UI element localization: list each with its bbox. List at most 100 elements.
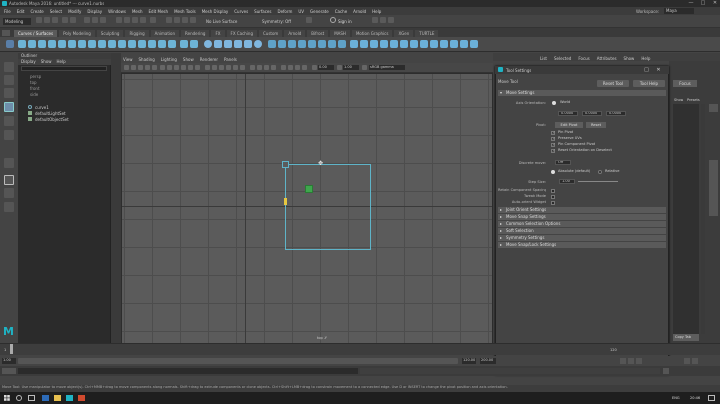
menu-help[interactable]: Help [372, 9, 381, 14]
select-component-icon[interactable] [100, 17, 106, 23]
dialog-close-button[interactable]: ✕ [655, 67, 662, 73]
snap-surface-icon[interactable] [150, 17, 156, 23]
preserve-uvs-checkbox[interactable] [551, 136, 555, 141]
film-gate-icon[interactable] [160, 65, 165, 70]
edit-pivot-button[interactable]: Edit Pivot [555, 122, 583, 128]
outliner-search-input[interactable] [21, 66, 107, 71]
shelf-options-icon[interactable] [372, 17, 378, 23]
tab-animation[interactable]: Animation [150, 30, 180, 37]
untrim-icon[interactable] [370, 40, 378, 48]
menu-generate[interactable]: Generate [310, 9, 329, 14]
nurbs-cube-icon[interactable] [214, 40, 222, 48]
tab-mash[interactable]: MASH [330, 30, 350, 37]
current-time-marker[interactable] [10, 344, 13, 354]
move-manipulator-center[interactable] [305, 185, 313, 193]
outliner-item-top[interactable]: top [30, 80, 37, 85]
tab-arnold[interactable]: Arnold [284, 30, 306, 37]
app-taskbar-icon[interactable] [78, 395, 85, 401]
script-editor-icon[interactable] [663, 368, 669, 374]
tool-settings-toggle-icon[interactable] [380, 17, 386, 23]
playback-next-icon[interactable] [636, 358, 642, 364]
tab-rigging[interactable]: Rigging [125, 30, 149, 37]
exposure-icon[interactable] [312, 65, 317, 70]
tab-custom[interactable]: Custom [259, 30, 283, 37]
gamma-field[interactable]: 1.00 [343, 65, 359, 70]
maximize-button[interactable]: □ [698, 0, 708, 7]
panel-divider[interactable] [111, 53, 121, 343]
channel-box-side-tab[interactable] [709, 160, 718, 216]
undo-icon[interactable] [62, 17, 68, 23]
mel-label[interactable] [2, 368, 16, 374]
extrude-icon[interactable] [298, 40, 306, 48]
section-common-selection[interactable]: Common Selection Options [498, 221, 666, 227]
focus-button[interactable]: Focus [673, 80, 697, 87]
tab-bifrost[interactable]: Bifrost [307, 30, 329, 37]
menu-windows[interactable]: Windows [108, 9, 126, 14]
history-icon[interactable] [166, 17, 172, 23]
ipr-icon[interactable] [182, 17, 188, 23]
task-view-icon[interactable] [28, 395, 35, 401]
wireframe-icon[interactable] [205, 65, 210, 70]
depth-of-field-icon[interactable] [271, 65, 276, 70]
presets-label[interactable]: Presets [687, 98, 700, 102]
menu-select[interactable]: Select [50, 9, 62, 14]
reset-orientation-checkbox[interactable] [551, 148, 555, 153]
circle-curve-icon[interactable] [68, 40, 76, 48]
outliner-item-curve1[interactable]: curve1 [35, 105, 49, 110]
menu-curves[interactable]: Curves [234, 9, 248, 14]
tab-rendering[interactable]: Rendering [181, 30, 210, 37]
snap-curve-icon[interactable] [124, 17, 130, 23]
reverse-curve-icon[interactable] [158, 40, 166, 48]
attr-menu-selected[interactable]: Selected [554, 56, 571, 61]
planar-icon[interactable] [288, 40, 296, 48]
ambient-occlusion-icon[interactable] [250, 65, 255, 70]
camera-select-icon[interactable] [124, 65, 129, 70]
camera-attributes-icon[interactable] [131, 65, 136, 70]
sculpt-geometry-icon[interactable] [450, 40, 458, 48]
pencil-curve-icon[interactable] [38, 40, 46, 48]
view-transform-select[interactable]: sRGB gamma [369, 65, 405, 70]
notifications-icon[interactable] [708, 395, 715, 401]
surface-editing-icon[interactable] [460, 40, 468, 48]
shelf-settings-icon[interactable] [6, 40, 14, 48]
snap-grid-icon[interactable] [116, 17, 122, 23]
attribute-editor-side-tab[interactable] [709, 104, 718, 112]
menu-file[interactable]: File [4, 9, 11, 14]
exposure-field[interactable]: 0.00 [318, 65, 334, 70]
bookmark-icon[interactable] [138, 65, 143, 70]
tab-curves-surfaces[interactable]: Curves / Surfaces [14, 30, 58, 37]
pivot-y-field[interactable]: 0.0000 [582, 111, 602, 116]
menu-uv[interactable]: UV [298, 9, 304, 14]
outliner-item-front[interactable]: front [30, 86, 40, 91]
xray-icon[interactable] [288, 65, 293, 70]
retain-spacing-checkbox[interactable] [551, 189, 555, 193]
bezier-curve-icon[interactable] [48, 40, 56, 48]
loft-icon[interactable] [278, 40, 286, 48]
edge-browser-icon[interactable] [42, 395, 49, 401]
anti-aliasing-icon[interactable] [264, 65, 269, 70]
move-tool-icon[interactable] [4, 102, 14, 112]
section-symmetry[interactable]: Symmetry Settings [498, 235, 666, 241]
axis-orientation-select[interactable]: World [560, 100, 570, 104]
resolution-gate-icon[interactable] [167, 65, 172, 70]
attribute-list[interactable] [673, 104, 699, 334]
extend-surface-icon[interactable] [430, 40, 438, 48]
reset-tool-button[interactable]: Reset Tool [597, 80, 629, 87]
lasso-tool-icon[interactable] [4, 75, 14, 85]
shadows-icon[interactable] [240, 65, 245, 70]
attach-surface-icon[interactable] [390, 40, 398, 48]
attr-menu-attributes[interactable]: Attributes [597, 56, 617, 61]
persp-graph-layout-icon[interactable] [4, 202, 14, 212]
magnet-icon[interactable] [306, 17, 312, 23]
outliner-item-defaultlightset[interactable]: defaultLightSet [35, 111, 66, 116]
menu-mesh[interactable]: Mesh [132, 9, 143, 14]
render-icon[interactable] [174, 17, 180, 23]
nurbs-cylinder-icon[interactable] [224, 40, 232, 48]
select-object-icon[interactable] [92, 17, 98, 23]
step-size-field[interactable]: 1.00 [559, 179, 575, 184]
nurbs-plane-icon[interactable] [244, 40, 252, 48]
menu-display[interactable]: Display [87, 9, 102, 14]
redo-icon[interactable] [70, 17, 76, 23]
snap-point-icon[interactable] [132, 17, 138, 23]
ep-curve-icon[interactable] [28, 40, 36, 48]
